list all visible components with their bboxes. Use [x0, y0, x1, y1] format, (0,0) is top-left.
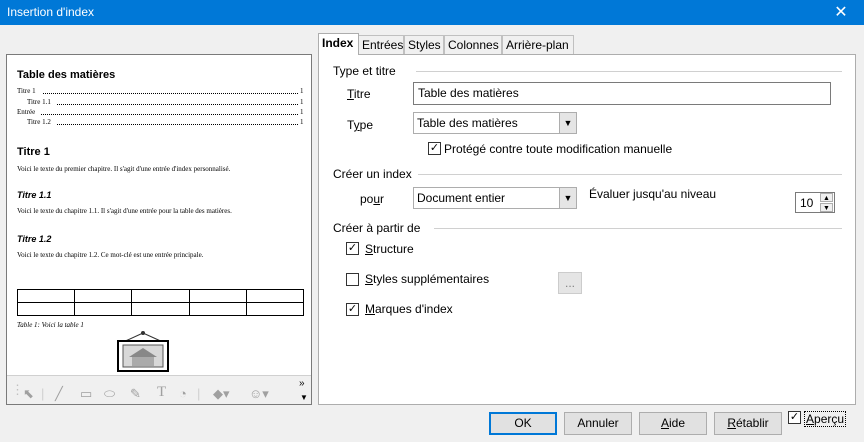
title-input[interactable]: Table des matières	[413, 82, 831, 105]
preview-toc-page: 1	[300, 118, 304, 126]
select-pointer-icon[interactable]: ⬉	[23, 386, 34, 402]
title-label-rest: itre	[353, 87, 371, 101]
type-select-value: Table des matières	[417, 116, 518, 130]
for-select[interactable]: Document entier ▼	[413, 187, 577, 209]
protect-checkbox[interactable]: ✓	[428, 142, 441, 155]
type-label: Type	[347, 118, 374, 132]
level-value: 10	[800, 196, 814, 210]
drawing-toolbar: ⋮ ⬉ | ╱ ▭ ⬭ ✎ T ◔ | ◆▾ ☺▾ » ▼	[7, 375, 311, 404]
reset-button[interactable]: Rétablir	[714, 412, 782, 435]
preview-toc-title: Table des matières	[17, 69, 116, 81]
decrement-icon[interactable]: ▼	[820, 203, 833, 212]
chevron-down-icon: ▼	[559, 113, 576, 133]
preview-table-caption: Table 1: Voici la table 1	[17, 321, 84, 329]
protect-label: Protégé contre toute modification manuel…	[444, 142, 673, 156]
preview-heading-1: Titre 1	[17, 146, 50, 158]
preview-heading-1-2: Titre 1.2	[17, 234, 52, 244]
level-label: Évaluer jusqu'au niveau	[589, 187, 717, 201]
help-button[interactable]: Aide	[639, 412, 707, 435]
type-select[interactable]: Table des matières ▼	[413, 112, 577, 134]
preview-toc-page: 1	[300, 108, 304, 116]
close-icon[interactable]: ✕	[818, 0, 864, 25]
chevron-down-icon: ▼	[559, 188, 576, 208]
ok-button[interactable]: OK	[489, 412, 557, 435]
increment-icon[interactable]: ▲	[820, 193, 833, 202]
section-create-from: Créer à partir de	[333, 221, 421, 235]
tab-background[interactable]: Arrière-plan	[502, 35, 574, 54]
title-bar: Insertion d'index ✕	[0, 0, 864, 25]
preview-toc-entry: Titre 1.2	[27, 118, 51, 126]
structure-checkbox[interactable]: ✓	[346, 242, 359, 255]
toolbar-overflow-icon[interactable]: »	[299, 378, 305, 389]
preview-image	[117, 331, 169, 372]
preview-toc-entry: Titre 1	[17, 87, 36, 95]
preview-pane: Table des matières Titre 1 1 Titre 1.1 1…	[6, 54, 312, 405]
additional-styles-label: Styles supplémentaires	[365, 272, 490, 286]
preview-toc-page: 1	[300, 98, 304, 106]
tab-entries[interactable]: Entrées	[358, 35, 404, 54]
preview-paragraph: Voici le texte du chapitre 1.2. Ce mot-c…	[17, 251, 204, 259]
section-type-and-title: Type et titre	[333, 64, 396, 78]
scroll-down-icon[interactable]: ▼	[300, 393, 308, 402]
index-marks-checkbox[interactable]: ✓	[346, 303, 359, 316]
basic-shapes-icon[interactable]: ◆▾	[213, 386, 230, 402]
preview-label: Aperçu	[804, 411, 847, 427]
structure-label: Structure	[365, 242, 414, 256]
section-create-index: Créer un index	[333, 167, 412, 181]
tab-index[interactable]: Index	[318, 33, 359, 55]
line-icon[interactable]: ╱	[55, 386, 63, 402]
callout-icon[interactable]: ◔	[179, 386, 187, 401]
cancel-button[interactable]: Annuler	[564, 412, 632, 435]
freeform-icon[interactable]: ✎	[130, 386, 141, 402]
preview-toc-entry: Entrée	[17, 108, 36, 116]
additional-styles-checkbox[interactable]	[346, 273, 359, 286]
preview-table	[17, 289, 304, 316]
tab-styles[interactable]: Styles	[404, 35, 444, 54]
title-label: Titre	[347, 87, 371, 101]
preview-toc-page: 1	[300, 87, 304, 95]
symbol-shapes-icon[interactable]: ☺▾	[249, 386, 269, 402]
preview-paragraph: Voici le texte du premier chapitre. Il s…	[17, 165, 231, 173]
for-label: pour	[360, 192, 385, 206]
level-spinner[interactable]: 10 ▲ ▼	[795, 192, 835, 213]
preview-paragraph: Voici le texte du chapitre 1.1. Il s'agi…	[17, 207, 232, 215]
window-title: Insertion d'index	[7, 5, 95, 19]
text-icon[interactable]: T	[157, 384, 166, 401]
rectangle-icon[interactable]: ▭	[80, 386, 92, 402]
preview-heading-1-1: Titre 1.1	[17, 190, 52, 200]
index-marks-label: Marques d'index	[365, 302, 453, 316]
for-select-value: Document entier	[417, 191, 506, 205]
preview-toc-entry: Titre 1.1	[27, 98, 51, 106]
tab-columns[interactable]: Colonnes	[444, 35, 502, 54]
preview-checkbox[interactable]: ✓	[788, 411, 801, 424]
assign-styles-button[interactable]: ...	[558, 272, 582, 294]
ellipse-icon[interactable]: ⬭	[104, 386, 115, 402]
